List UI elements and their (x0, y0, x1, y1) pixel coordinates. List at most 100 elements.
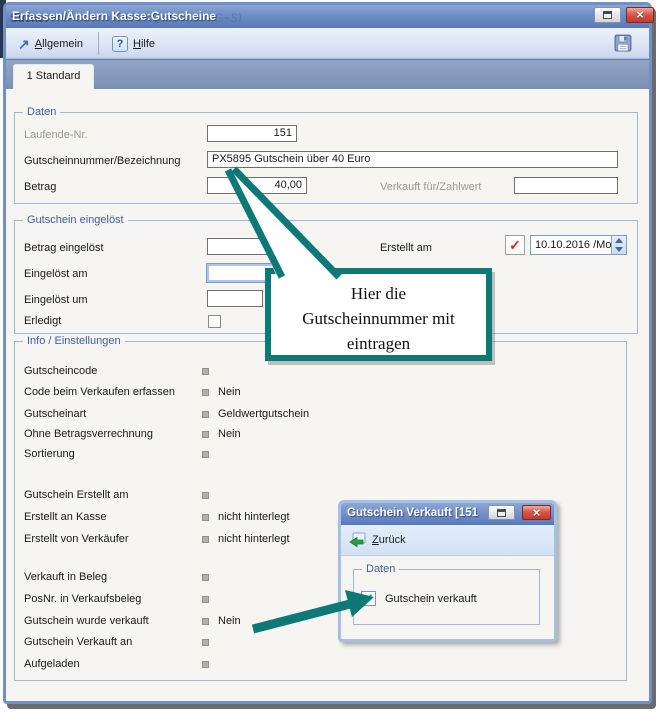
window-title: Erfassen/Ändern Kasse:Gutscheine (12, 9, 216, 23)
allgemein-label: Allgemein (35, 38, 83, 50)
laufende-nr-input[interactable]: 151 (207, 125, 297, 142)
zurueck-label: Zurück (372, 534, 406, 546)
bullet-icon (202, 451, 209, 458)
bullet-icon (202, 618, 209, 625)
bullet-icon (202, 368, 209, 375)
allgemein-menu-button[interactable]: ↗ Allgemein (14, 34, 87, 53)
back-arrow-icon (349, 532, 366, 548)
arrow-up-right-icon: ↗ (18, 37, 30, 51)
bullet-icon (202, 574, 209, 581)
info-label: PosNr. in Verkaufsbeleg (24, 593, 141, 605)
erledigt-label: Erledigt (24, 315, 61, 327)
info-value: Nein (218, 615, 241, 627)
info-value: Nein (218, 386, 241, 398)
hilfe-label: Hilfe (133, 38, 155, 50)
info-value: Nein (218, 428, 241, 440)
bullet-icon (202, 411, 209, 418)
save-floppy-icon (614, 34, 632, 52)
erstellt-am-date-input[interactable]: 10.10.2016 /Mo (530, 235, 627, 255)
info-label: Gutschein Erstellt am (24, 489, 129, 501)
date-confirm-button[interactable]: ✓ (505, 235, 525, 255)
info-label: Gutscheinart (24, 408, 86, 420)
bullet-icon (202, 536, 209, 543)
red-check-icon: ✓ (509, 237, 521, 253)
info-label: Erstellt an Kasse (24, 511, 107, 523)
date-spinner[interactable] (611, 236, 626, 254)
restore-button[interactable] (594, 7, 621, 23)
verkauft-fuer-label: Verkauft für/Zahlwert (380, 181, 482, 193)
popup-titlebar[interactable]: Gutschein Verkauft [151 × (341, 503, 554, 525)
betrag-input[interactable]: 40,00 (207, 177, 307, 194)
info-group-legend: Info / Einstellungen (23, 335, 125, 347)
main-toolbar: ↗ Allgemein ? Hilfe (6, 28, 649, 59)
erstellt-am-value: 10.10.2016 /Mo (535, 239, 611, 251)
info-label: Aufgeladen (24, 658, 80, 670)
eingeloest-um-input[interactable] (207, 290, 263, 307)
betrag-label: Betrag (24, 181, 56, 193)
popup-title: Gutschein Verkauft [151 (347, 507, 478, 519)
close-button[interactable]: × (626, 7, 654, 23)
hilfe-menu-button[interactable]: ? Hilfe (108, 34, 159, 53)
info-row-aufgeladen: Aufgeladen (24, 658, 624, 672)
betrag-eingeloest-input[interactable] (207, 238, 301, 255)
laufende-nr-label: Laufende-Nr. (24, 129, 88, 141)
info-label: Gutscheincode (24, 365, 97, 377)
gutschein-verkauft-checkbox[interactable]: ✓ (361, 591, 376, 606)
annotation-callout: Hier die Gutscheinnummer mit eintragen (265, 268, 492, 361)
info-label: Code beim Verkaufen erfassen (24, 386, 175, 398)
callout-line: Hier die (271, 281, 486, 306)
popup-restore-button[interactable] (488, 505, 515, 520)
restore-icon (603, 11, 612, 19)
close-icon: × (533, 505, 541, 520)
info-value: nicht hinterlegt (218, 511, 290, 523)
green-check-icon: ✓ (363, 591, 374, 606)
popup-daten-legend: Daten (362, 563, 399, 575)
close-icon: × (636, 7, 644, 22)
info-label: Ohne Betragsverrechnung (24, 428, 153, 440)
bullet-icon (202, 431, 209, 438)
info-value: nicht hinterlegt (218, 533, 290, 545)
callout-line: eintragen (271, 331, 486, 356)
gutschein-verkauft-popup: Gutschein Verkauft [151 × Zurück Daten ✓… (338, 500, 557, 642)
tab-strip (6, 59, 649, 89)
tab-standard[interactable]: 1 Standard (13, 64, 94, 89)
bullet-icon (202, 492, 209, 499)
bullet-icon (202, 596, 209, 603)
info-label: Verkauft in Beleg (24, 571, 107, 583)
bullet-icon (202, 514, 209, 521)
info-row-betragsverrechnung: Ohne Betragsverrechnung Nein (24, 428, 624, 442)
zurueck-button[interactable]: Zurück (349, 530, 406, 550)
daten-group-legend: Daten (23, 106, 60, 118)
info-row-sortierung: Sortierung (24, 448, 624, 462)
restore-icon (497, 509, 506, 517)
info-label: Gutschein Verkauft an (24, 636, 132, 648)
verkauft-fuer-input[interactable] (514, 177, 618, 194)
eingeloest-um-label: Eingelöst um (24, 294, 88, 306)
main-titlebar[interactable]: Suche: Hier Suchbegriff eingeben (STRG+S… (6, 5, 649, 28)
eingeloest-group-legend: Gutschein eingelöst (23, 214, 128, 226)
gutscheinnummer-label: Gutscheinnummer/Bezeichnung (24, 155, 181, 167)
save-button[interactable] (614, 34, 634, 54)
info-row-gutscheinart: Gutscheinart Geldwertgutschein (24, 408, 624, 422)
gutscheinnummer-input[interactable]: PX5895 Gutschein über 40 Euro (207, 151, 618, 168)
popup-toolbar: Zurück (341, 525, 554, 556)
info-label: Erstellt von Verkäufer (24, 533, 129, 545)
info-row-code-erfassen: Code beim Verkaufen erfassen Nein (24, 386, 624, 400)
bullet-icon (202, 389, 209, 396)
bullet-icon (202, 639, 209, 646)
popup-close-button[interactable]: × (522, 505, 551, 520)
eingeloest-am-label: Eingelöst am (24, 268, 88, 280)
betrag-eingeloest-label: Betrag eingelöst (24, 242, 104, 254)
info-value: Geldwertgutschein (218, 408, 309, 420)
bullet-icon (202, 661, 209, 668)
info-label: Gutschein wurde verkauft (24, 615, 149, 627)
callout-line: Gutscheinnummer mit (271, 306, 486, 331)
erstellt-am-label: Erstellt am (380, 242, 432, 254)
gutschein-verkauft-label: Gutschein verkauft (385, 593, 477, 605)
help-icon: ? (112, 36, 128, 52)
info-row-gutscheincode: Gutscheincode (24, 365, 624, 379)
toolbar-separator (98, 32, 99, 55)
main-window: Suche: Hier Suchbegriff eingeben (STRG+S… (3, 2, 652, 704)
info-label: Sortierung (24, 448, 75, 460)
erledigt-checkbox[interactable] (208, 315, 221, 328)
